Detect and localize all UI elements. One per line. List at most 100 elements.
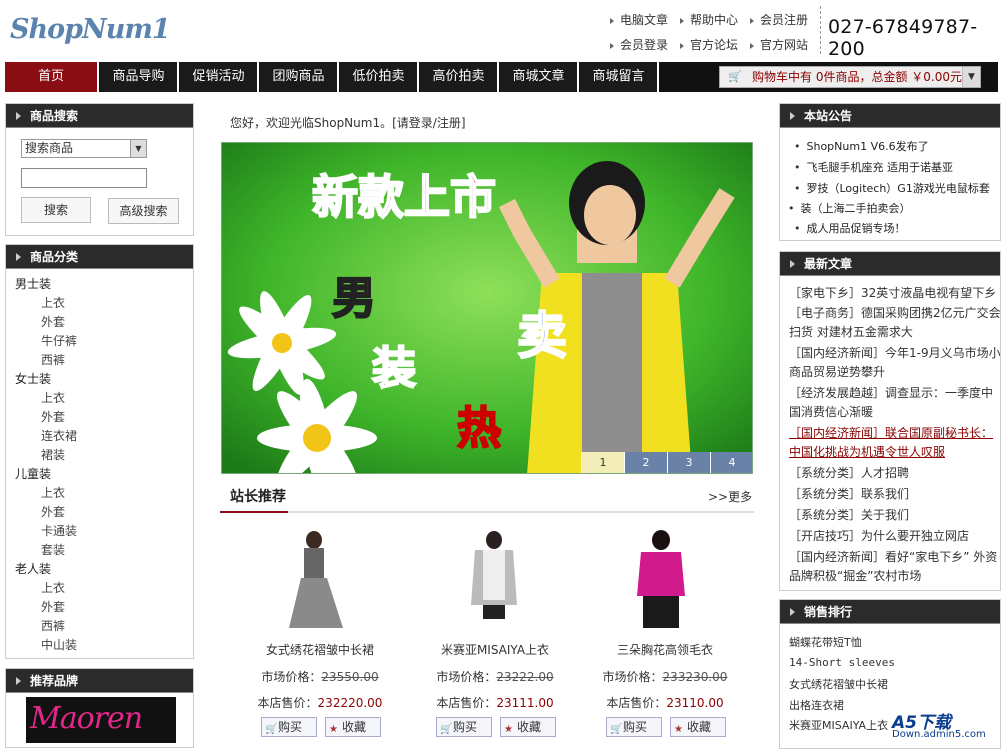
article-item[interactable]: ［家电下乡］32英寸液晶电视有望下乡 xyxy=(789,284,1000,303)
favorite-button[interactable]: ★ 收藏 xyxy=(670,717,726,737)
subcategory-item[interactable]: 上衣 xyxy=(41,294,65,313)
buy-button[interactable]: 🛒 购买 xyxy=(261,717,317,737)
buy-button[interactable]: 🛒 购买 xyxy=(606,717,662,737)
watermark-url: Down.admin5.com xyxy=(892,729,986,740)
subcategory-item[interactable]: 连衣裙 xyxy=(41,427,77,446)
notice-item[interactable]: 成人用品促销专场！ xyxy=(794,220,906,236)
article-item[interactable]: ［开店技巧］为什么要开独立网店 xyxy=(789,527,1000,546)
banner-graphic: 新款上市 男 装 热 卖 xyxy=(222,143,752,473)
product-image[interactable] xyxy=(275,530,353,630)
sales-item[interactable]: 米赛亚MISAIYA上衣 xyxy=(789,717,888,733)
notice-panel-title: 本站公告 xyxy=(780,104,1000,128)
subcategory-item[interactable]: 外套 xyxy=(41,313,65,332)
cart-icon: 🛒 xyxy=(610,724,623,735)
promo-banner[interactable]: 新款上市 男 装 热 卖 1 2 3 4 xyxy=(221,142,753,474)
login-register-link[interactable]: [请登录/注册] xyxy=(392,116,465,130)
search-button[interactable]: 搜索 xyxy=(21,197,91,223)
category-kids[interactable]: 儿童装 xyxy=(15,465,51,484)
product-market-price: 市场价格：233230.00 xyxy=(602,670,728,684)
link-official-forum[interactable]: 官方论坛 xyxy=(680,36,738,53)
banner-page-3[interactable]: 3 xyxy=(667,452,710,473)
article-item[interactable]: ［电子商务］德国采购团携2亿元广交会扫货 对建材五金需求大 xyxy=(789,304,1000,342)
product-price: 本店售价：23110.00 xyxy=(606,696,724,710)
chevron-down-icon: ▼ xyxy=(130,140,146,157)
subcategory-item[interactable]: 上衣 xyxy=(41,484,65,503)
subcategory-item[interactable]: 卡通装 xyxy=(41,522,77,541)
product-name[interactable]: 女式绣花褶皱中长裙 xyxy=(235,641,405,658)
subcategory-item[interactable]: 套装 xyxy=(41,541,65,560)
recommend-divider xyxy=(220,511,754,513)
nav-low-auction[interactable]: 低价拍卖 xyxy=(340,62,419,92)
nav-group-buy[interactable]: 团购商品 xyxy=(260,62,339,92)
subcategory-item[interactable]: 西裤 xyxy=(41,351,65,370)
subcategory-item[interactable]: 牛仔裤 xyxy=(41,332,77,351)
cart-icon: 🛒 xyxy=(440,724,453,735)
welcome-bar: 您好，欢迎光临ShopNum1。[请登录/注册] xyxy=(230,114,466,131)
article-item[interactable]: ［系统分类］关于我们 xyxy=(789,506,1000,525)
recommend-more-link[interactable]: >>更多 xyxy=(708,488,752,505)
link-computer-articles[interactable]: 电脑文章 xyxy=(610,11,668,28)
article-item[interactable]: ［系统分类］人才招聘 xyxy=(789,464,1000,483)
link-help-center[interactable]: 帮助中心 xyxy=(680,11,738,28)
watermark: A5下载 Down.admin5.com xyxy=(890,708,990,742)
article-item[interactable]: ［国内经济新闻］看好“家电下乡” 外资品牌积极“掘金”农村市场 xyxy=(789,548,1000,586)
article-item[interactable]: ［系统分类］联系我们 xyxy=(789,485,1000,504)
link-member-register[interactable]: 会员注册 xyxy=(750,11,808,28)
brand-panel: 推荐品牌 Maoren xyxy=(5,668,194,748)
search-panel: 商品搜索 搜索商品 ▼ 搜索 高级搜索 xyxy=(5,103,194,236)
cart-summary[interactable]: 🛒 购物车中有 0件商品，总金额 ￥0.00元 ▼ xyxy=(719,66,981,88)
notice-item[interactable]: ShopNum1 V6.6发布了 xyxy=(794,138,929,154)
nav-shopping-guide[interactable]: 商品导购 xyxy=(100,62,179,92)
subcategory-item[interactable]: 上衣 xyxy=(41,579,65,598)
category-men[interactable]: 男士装 xyxy=(15,275,51,294)
product-image[interactable] xyxy=(617,530,705,630)
category-women[interactable]: 女士装 xyxy=(15,370,51,389)
banner-page-2[interactable]: 2 xyxy=(624,452,667,473)
notice-item[interactable]: 飞毛腿手机座充 适用于诺基亚 xyxy=(794,159,954,175)
link-member-login[interactable]: 会员登录 xyxy=(610,36,668,53)
banner-char: 卖 xyxy=(517,307,567,365)
site-logo[interactable]: ShopNum1 xyxy=(10,14,171,45)
subcategory-item[interactable]: 西裤 xyxy=(41,617,65,636)
subcategory-item[interactable]: 中山装 xyxy=(41,636,77,655)
favorite-button[interactable]: ★ 收藏 xyxy=(325,717,381,737)
category-elderly[interactable]: 老人装 xyxy=(15,560,51,579)
recommend-divider-accent xyxy=(220,511,288,513)
search-type-select[interactable]: 搜索商品 ▼ xyxy=(21,139,147,158)
subcategory-item[interactable]: 上衣 xyxy=(41,389,65,408)
banner-headline: 新款上市 xyxy=(312,170,496,224)
advanced-search-button[interactable]: 高级搜索 xyxy=(108,198,179,224)
buy-button[interactable]: 🛒 购买 xyxy=(436,717,492,737)
subcategory-item[interactable]: 裙装 xyxy=(41,446,65,465)
subcategory-item[interactable]: 外套 xyxy=(41,598,65,617)
link-official-site[interactable]: 官方网站 xyxy=(750,36,808,53)
article-item[interactable]: ［经济发展趋越］调查显示：一季度中国消费信心渐暖 xyxy=(789,384,1000,422)
sales-item[interactable]: 14-Short sleeves xyxy=(789,656,895,669)
subcategory-item[interactable]: 外套 xyxy=(41,408,65,427)
sales-item[interactable]: 出格连衣裙 xyxy=(789,697,844,713)
product-name[interactable]: 米赛亚MISAIYA上衣 xyxy=(410,641,580,658)
banner-page-4[interactable]: 4 xyxy=(710,452,752,473)
nav-mall-articles[interactable]: 商城文章 xyxy=(500,62,579,92)
banner-page-1[interactable]: 1 xyxy=(581,452,624,473)
notice-item[interactable]: 罗技（Logitech）G1游戏光电鼠标套 xyxy=(794,180,990,196)
chevron-down-icon[interactable]: ▼ xyxy=(962,67,980,87)
favorite-button[interactable]: ★ 收藏 xyxy=(500,717,556,737)
article-item-hovered[interactable]: ［国内经济新闻］联合国原副秘书长：中国化挑战为机遇令世人叹服 xyxy=(789,424,1000,462)
search-input[interactable] xyxy=(21,168,147,188)
nav-mall-messages[interactable]: 商城留言 xyxy=(580,62,659,92)
notice-item-continued[interactable]: 装（上海二手拍卖会） xyxy=(788,200,911,216)
nav-promotions[interactable]: 促销活动 xyxy=(180,62,259,92)
nav-high-auction[interactable]: 高价拍卖 xyxy=(420,62,499,92)
subcategory-item[interactable]: 外套 xyxy=(41,503,65,522)
sales-item[interactable]: 女式绣花褶皱中长裙 xyxy=(789,676,888,692)
product-image[interactable] xyxy=(445,530,543,630)
banner-char: 装 xyxy=(372,343,416,394)
sales-item[interactable]: 蝴蝶花带短T恤 xyxy=(789,634,862,650)
product-name[interactable]: 三朵胸花高领毛衣 xyxy=(580,641,750,658)
article-item[interactable]: ［国内经济新闻］今年1-9月义乌市场小商品贸易逆势攀升 xyxy=(789,344,1000,382)
nav-home[interactable]: 首页 xyxy=(5,62,99,92)
search-panel-title: 商品搜索 xyxy=(6,104,193,128)
brand-logo-maoren[interactable]: Maoren xyxy=(26,697,176,743)
cart-text: 购物车中有 0件商品，总金额 ￥0.00元 xyxy=(752,70,962,84)
